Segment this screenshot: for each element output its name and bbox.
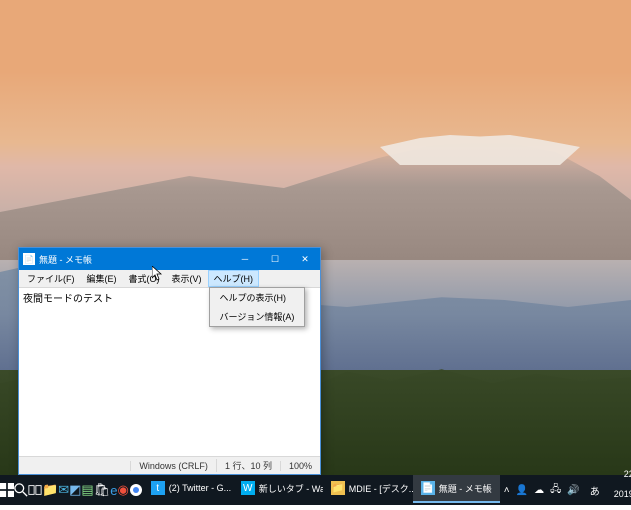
clock-date: 2019/01/16 水 bbox=[614, 490, 631, 510]
help-view-help[interactable]: ヘルプの表示(H) bbox=[210, 288, 305, 307]
pinned-explorer-icon[interactable]: 📁 bbox=[42, 475, 58, 505]
pinned-mail-icon[interactable]: ✉ bbox=[58, 475, 69, 505]
help-dropdown: ヘルプの表示(H) バージョン情報(A) bbox=[209, 287, 306, 327]
system-tray: ˄ 👤 ☁ 🖧 🔊 あ bbox=[500, 482, 608, 499]
task-label: MDIE - [デスク... bbox=[349, 482, 413, 495]
menubar: ファイル(F) 編集(E) 書式(O) 表示(V) ヘルプ(H) ヘルプの表示(… bbox=[19, 270, 320, 288]
notepad-app-icon: 📄 bbox=[23, 253, 35, 265]
close-button[interactable]: ✕ bbox=[290, 248, 320, 270]
menu-help[interactable]: ヘルプ(H) ヘルプの表示(H) バージョン情報(A) bbox=[208, 270, 260, 287]
tray-cloud-icon[interactable]: ☁ bbox=[534, 485, 544, 496]
wallpaper-snow bbox=[380, 135, 580, 165]
start-button[interactable] bbox=[0, 475, 14, 505]
taskbar-task-3[interactable]: 📄 無題 - メモ帳 bbox=[413, 475, 500, 503]
taskbar-task-1[interactable]: W 新しいタブ - Wa... bbox=[233, 475, 323, 503]
ime-indicator[interactable]: あ bbox=[586, 483, 604, 498]
clock-time: 22:44:43 午後 bbox=[614, 470, 631, 490]
pinned-store-icon[interactable]: 🛍 bbox=[94, 475, 111, 505]
taskbar: 📁 ✉ ◩ ▤ 🛍 e ◉ t (2) Twitter - G... W 新しいタブ … bbox=[0, 475, 631, 505]
window-title: 無題 - メモ帳 bbox=[39, 253, 230, 266]
help-about[interactable]: バージョン情報(A) bbox=[210, 307, 305, 326]
pinned-edge-icon[interactable]: e bbox=[110, 475, 117, 505]
tray-volume-icon[interactable]: 🔊 bbox=[567, 485, 579, 496]
tray-people-icon[interactable]: 👤 bbox=[516, 485, 528, 496]
tray-chevron-up-icon[interactable]: ˄ bbox=[504, 485, 510, 496]
notepad-window[interactable]: 📄 無題 - メモ帳 ─ ☐ ✕ ファイル(F) 編集(E) 書式(O) 表示(… bbox=[18, 247, 321, 475]
tray-network-icon[interactable]: 🖧 bbox=[550, 482, 561, 499]
task-view-button[interactable] bbox=[28, 475, 42, 505]
taskbar-clock[interactable]: 22:44:43 午後 2019/01/16 水 bbox=[608, 470, 631, 510]
taskbar-task-0[interactable]: t (2) Twitter - G... bbox=[143, 475, 233, 503]
task-label: 無題 - メモ帳 bbox=[439, 482, 492, 495]
task-icon: 📁 bbox=[331, 481, 345, 495]
task-icon: t bbox=[151, 481, 165, 495]
menu-view[interactable]: 表示(V) bbox=[166, 270, 208, 287]
task-label: (2) Twitter - G... bbox=[169, 483, 231, 493]
statusbar: Windows (CRLF) 1 行、10 列 100% bbox=[19, 456, 320, 474]
task-icon: W bbox=[241, 481, 255, 495]
task-label: 新しいタブ - Wa... bbox=[259, 482, 323, 495]
status-encoding: Windows (CRLF) bbox=[130, 461, 216, 471]
pinned-chrome-icon[interactable] bbox=[129, 475, 143, 505]
pinned-app-icon[interactable]: ◩ bbox=[69, 475, 81, 505]
status-zoom: 100% bbox=[280, 461, 320, 471]
search-button[interactable] bbox=[14, 475, 28, 505]
status-cursor-position: 1 行、10 列 bbox=[216, 459, 280, 472]
menu-edit[interactable]: 編集(E) bbox=[81, 270, 123, 287]
desktop-wallpaper: 📄 無題 - メモ帳 ─ ☐ ✕ ファイル(F) 編集(E) 書式(O) 表示(… bbox=[0, 0, 631, 475]
maximize-button[interactable]: ☐ bbox=[260, 248, 290, 270]
menu-format[interactable]: 書式(O) bbox=[123, 270, 166, 287]
taskbar-task-2[interactable]: 📁 MDIE - [デスク... bbox=[323, 475, 413, 503]
pinned-app3-icon[interactable]: ◉ bbox=[117, 475, 128, 505]
menu-help-label: ヘルプ(H) bbox=[214, 274, 254, 284]
task-icon: 📄 bbox=[421, 481, 435, 495]
pinned-app2-icon[interactable]: ▤ bbox=[81, 475, 93, 505]
minimize-button[interactable]: ─ bbox=[230, 248, 260, 270]
titlebar[interactable]: 📄 無題 - メモ帳 ─ ☐ ✕ bbox=[19, 248, 320, 270]
menu-file[interactable]: ファイル(F) bbox=[21, 270, 81, 287]
